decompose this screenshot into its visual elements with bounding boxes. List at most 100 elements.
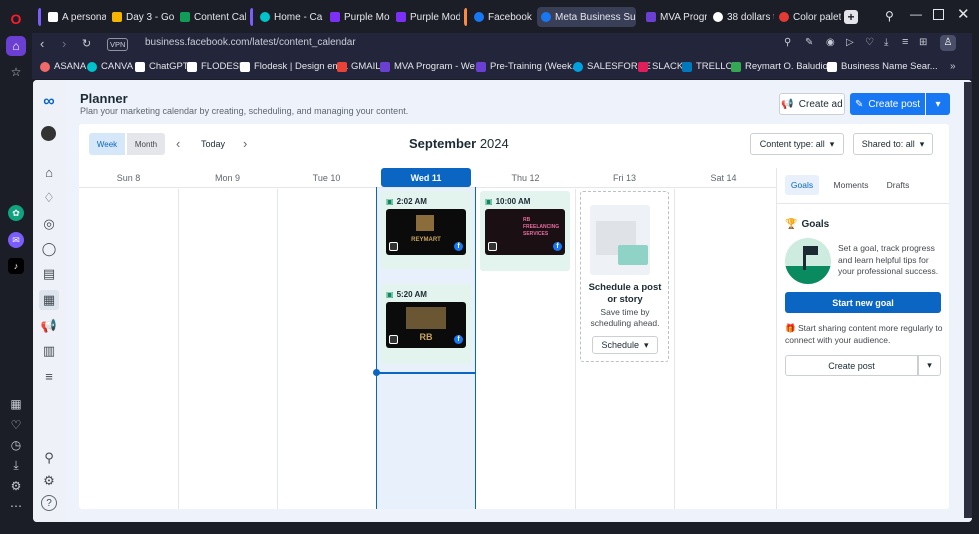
tab-7-active[interactable]: Meta Business Suite <box>537 7 636 27</box>
search-icon[interactable]: ⚲ <box>39 448 59 468</box>
post-thumbnail[interactable]: RB f <box>386 302 466 348</box>
history-icon[interactable]: ◷ <box>6 435 26 455</box>
post-thumbnail[interactable]: REYMART f <box>386 209 466 255</box>
bookmark-flodesk[interactable]: FLODESK <box>187 61 245 72</box>
tab-drafts[interactable]: Drafts <box>881 175 915 195</box>
star-icon[interactable]: ☆ <box>6 62 26 82</box>
bookmark-chatgpt[interactable]: ChatGPT <box>135 61 189 72</box>
day-header-wed-selected[interactable]: Wed 11 <box>381 168 471 187</box>
easy-setup-icon[interactable]: ⊞ <box>919 37 927 48</box>
bookmark-gmail[interactable]: GMAIL <box>337 61 381 72</box>
day-header-sun[interactable]: Sun 8 <box>79 168 178 187</box>
bookmark-reymart[interactable]: Reymart O. Baludio... <box>731 61 836 72</box>
scheduled-post-card[interactable]: ▣ 2:02 AM REYMART f <box>381 191 471 269</box>
chatgpt-icon[interactable]: ✿ <box>8 205 24 221</box>
messenger-icon[interactable]: ✉ <box>8 232 24 248</box>
bookmark-business-name[interactable]: Business Name Sear... <box>827 61 938 72</box>
planner-icon[interactable]: ▦ <box>39 290 59 310</box>
bookmark-pre-training[interactable]: Pre-Training (Week... <box>476 61 580 72</box>
play-icon[interactable]: ▷ <box>846 37 854 48</box>
camera-icon[interactable]: ◉ <box>826 37 835 48</box>
back-icon[interactable]: ‹ <box>40 36 44 51</box>
view-week-button[interactable]: Week <box>89 133 125 155</box>
day-header-fri[interactable]: Fri 13 <box>575 168 674 187</box>
compass-icon[interactable]: ◎ <box>39 214 59 234</box>
day-header-sat[interactable]: Sat 14 <box>674 168 773 187</box>
tab-9[interactable]: 38 dollars to <box>709 7 774 27</box>
tab-10[interactable]: Color palette <box>775 7 841 27</box>
page-scrollbar[interactable] <box>964 82 972 518</box>
tab-1[interactable]: Day 3 - Googl <box>108 7 174 27</box>
today-button[interactable]: Today <box>201 139 225 149</box>
next-week-icon[interactable]: › <box>243 136 247 151</box>
day-header-thu[interactable]: Thu 12 <box>476 168 575 187</box>
settings-icon[interactable]: ⚙ <box>6 476 26 496</box>
prev-week-icon[interactable]: ‹ <box>176 136 180 151</box>
opera-logo-icon[interactable]: O <box>6 9 26 29</box>
url-field[interactable]: business.facebook.com/latest/content_cal… <box>145 37 356 48</box>
search-page-icon[interactable]: ⚲ <box>784 37 791 48</box>
help-icon[interactable]: ? <box>41 495 57 511</box>
content-type-filter[interactable]: Content type: all ▾ <box>750 133 844 155</box>
bookmark-trello[interactable]: TRELLO <box>682 61 733 72</box>
reload-icon[interactable]: ↻ <box>82 37 91 50</box>
bookmark-mva[interactable]: MVA Program - We... <box>380 61 483 72</box>
settings-icon[interactable]: ⚙ <box>39 471 59 491</box>
avatar[interactable] <box>41 126 56 141</box>
day-header-mon[interactable]: Mon 9 <box>178 168 277 187</box>
bookmark-canva[interactable]: CANVA <box>87 61 133 72</box>
new-tab-icon[interactable]: + <box>844 10 858 24</box>
search-tabs-icon[interactable]: ⚲ <box>885 9 894 23</box>
downloads-icon[interactable]: ⤓ <box>6 455 26 475</box>
scheduled-post-card[interactable]: ▣ 10:00 AM RB FREELANCING SERVICES f <box>480 191 570 271</box>
edit-icon[interactable]: ✎ <box>805 37 813 48</box>
goals-create-post-button[interactable]: Create post <box>785 355 918 376</box>
post-thumbnail[interactable]: RB FREELANCING SERVICES f <box>485 209 565 255</box>
tab-8[interactable]: MVA Program <box>642 7 707 27</box>
create-post-dropdown[interactable]: ▾ <box>926 93 950 115</box>
bookmark-slack[interactable]: SLACK <box>638 61 683 72</box>
forward-icon[interactable]: › <box>62 36 66 51</box>
tab-0[interactable]: A personal st <box>38 7 106 27</box>
all-tools-icon[interactable]: ≡ <box>39 366 59 386</box>
download-icon[interactable]: ⤓ <box>884 37 888 48</box>
maximize-icon[interactable] <box>933 9 944 20</box>
notifications-icon[interactable]: ♢ <box>39 188 59 208</box>
scheduled-post-card[interactable]: ▣ 5:20 AM RB f <box>381 284 471 364</box>
menu-icon[interactable]: ≡ <box>902 36 908 48</box>
vpn-badge[interactable]: VPN <box>107 38 129 51</box>
day-header-tue[interactable]: Tue 10 <box>277 168 376 187</box>
schedule-button[interactable]: Schedule ▾ <box>592 336 658 354</box>
heart-bookmark-icon[interactable]: ♡ <box>865 37 874 48</box>
extensions-icon[interactable]: ▦ <box>6 394 26 414</box>
content-icon[interactable]: ▤ <box>39 264 59 284</box>
tab-4[interactable]: Purple Moder <box>326 7 390 27</box>
inbox-icon[interactable]: ◯ <box>39 239 59 259</box>
home-icon[interactable]: ⌂ <box>39 162 59 182</box>
tab-5[interactable]: Purple Moder <box>392 7 460 27</box>
bookmark-asana[interactable]: ASANA <box>40 61 86 72</box>
more-icon[interactable]: ⋯ <box>6 496 26 516</box>
minimize-icon[interactable]: — <box>910 7 922 21</box>
create-post-button[interactable]: ✎ Create post <box>850 93 925 115</box>
more-bookmarks-icon[interactable]: » <box>950 61 956 72</box>
tab-3[interactable]: Home - Canva <box>250 7 323 27</box>
start-new-goal-button[interactable]: Start new goal <box>785 292 941 313</box>
heart-icon[interactable]: ♡ <box>6 415 26 435</box>
close-window-icon[interactable]: ✕ <box>957 5 970 23</box>
view-month-button[interactable]: Month <box>127 133 165 155</box>
bookmark-flodesk-design[interactable]: Flodesk | Design em... <box>240 61 348 72</box>
tab-6[interactable]: Facebook <box>464 7 534 27</box>
profile-icon[interactable]: ♙ <box>940 35 956 51</box>
insights-icon[interactable]: ▥ <box>39 341 59 361</box>
tab-2[interactable]: Content Calen <box>176 7 246 27</box>
home-icon[interactable]: ⌂ <box>6 36 26 56</box>
tiktok-icon[interactable]: ♪ <box>8 258 24 274</box>
shared-to-filter[interactable]: Shared to: all ▾ <box>853 133 933 155</box>
tab-moments[interactable]: Moments <box>827 175 875 195</box>
goals-create-post-dropdown[interactable]: ▾ <box>918 355 941 376</box>
ads-icon[interactable]: 📢 <box>39 316 59 336</box>
meta-logo-icon[interactable]: ∞ <box>39 92 59 112</box>
tab-goals[interactable]: Goals <box>785 175 819 195</box>
create-ad-button[interactable]: 📢 Create ad <box>779 93 845 115</box>
